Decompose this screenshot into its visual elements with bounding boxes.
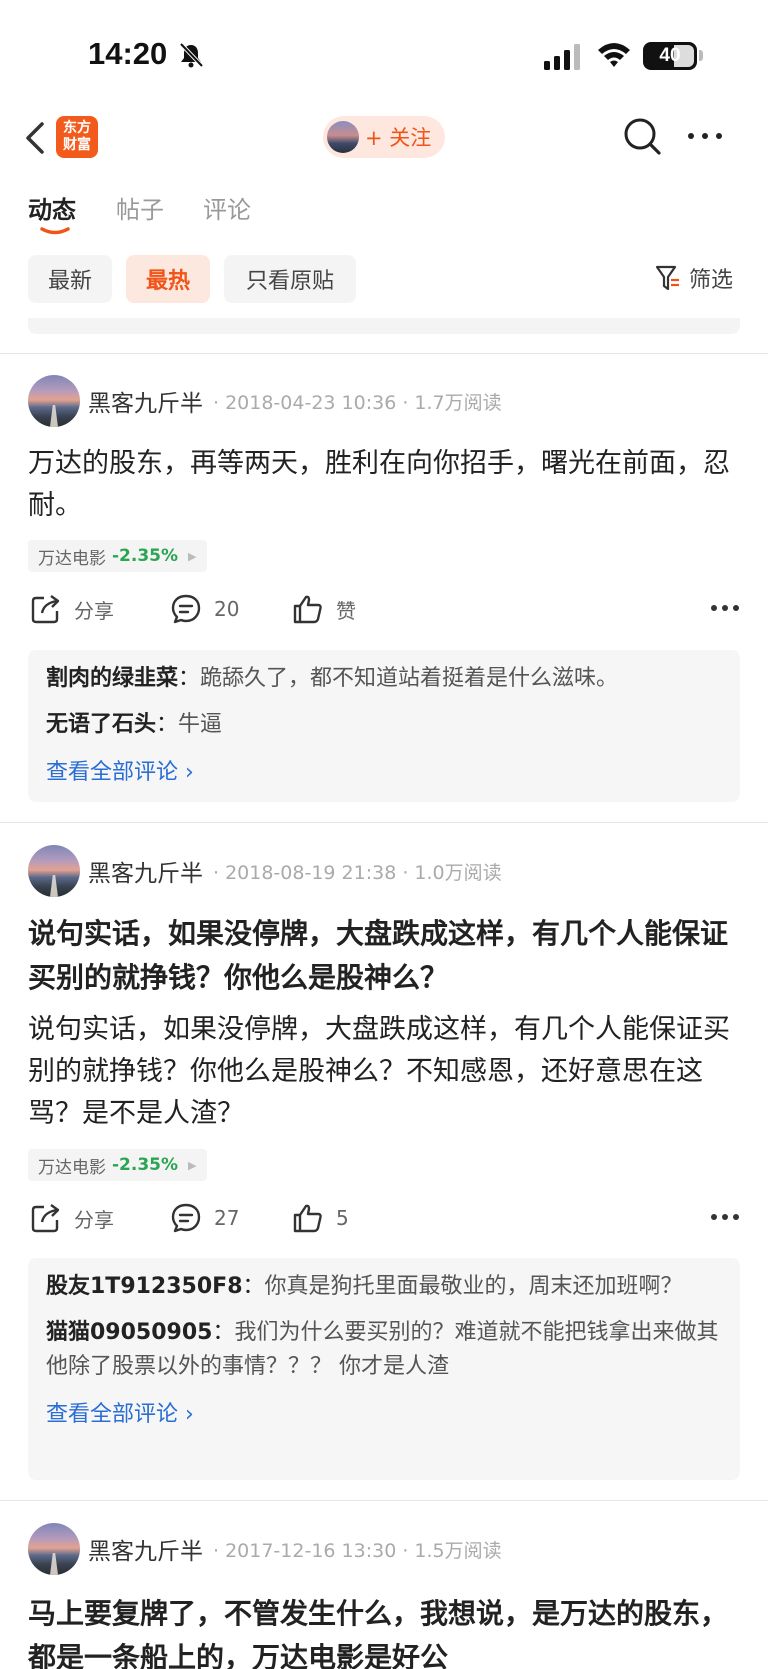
stock-name: 万达电影 [38,548,106,569]
post-actions: 分享 20 赞 [30,593,740,633]
divider [0,353,768,354]
post-title[interactable]: 说句实话，如果没停牌，大盘跌成这样，有几个人能保证买别的就挣钱？你他么是股神么？ [28,912,740,1000]
battery-level: 40 [659,45,681,66]
filter-label: 筛选 [689,268,734,293]
comment-text: 牛逼 [178,712,223,737]
author-name[interactable]: 黑客九斤半 [88,384,203,418]
more-options-icon[interactable] [685,124,725,148]
back-arrow-icon[interactable] [22,118,48,158]
comment-user[interactable]: 股友1T912350F8 [46,1274,243,1299]
comment-icon [171,1203,201,1233]
post-header[interactable]: 黑客九斤半 · 2017-12-16 13:30 · 1.5万阅读 [28,1523,502,1575]
comment-item: 股友1T912350F8：你真是狗托里面最敬业的，周末还加班啊？ [46,1274,683,1299]
comment-icon [171,594,201,624]
comment-item: 割肉的绿韭菜：跪舔久了，都不知道站着挺着是什么滋味。 [46,666,619,691]
post-meta: · 2018-04-23 10:36 · 1.7万阅读 [213,391,502,414]
active-tab-indicator [40,227,70,235]
tab-posts[interactable]: 帖子 [116,190,164,225]
post-actions: 分享 27 5 [30,1202,740,1242]
author-avatar[interactable] [28,375,80,427]
filter-button[interactable]: 筛选 [655,262,733,294]
status-bar: 14:20 40 [0,0,768,110]
tab-dynamic[interactable]: 动态 [28,190,76,225]
author-avatar[interactable] [28,845,80,897]
view-all-comments-link[interactable]: 查看全部评论 › [46,754,722,786]
comment-button[interactable]: 27 [170,1202,239,1234]
brand-line1: 东方 [63,120,91,136]
filter-icon [655,265,679,291]
filter-original-only[interactable]: 只看原贴 [224,255,356,303]
like-count: 5 [336,1206,349,1230]
status-time: 14:20 [88,36,168,71]
post-more-icon[interactable] [710,603,740,613]
comment-count: 27 [214,1206,240,1230]
comment-user[interactable]: 无语了石头 [46,712,156,737]
comment-preview[interactable]: 股友1T912350F8：你真是狗托里面最敬业的，周末还加班啊？ 猫猫09050… [28,1258,740,1480]
like-label: 赞 [336,598,356,623]
cellular-signal-icon [544,44,580,70]
battery-tip [699,50,703,61]
stock-name: 万达电影 [38,1157,106,1178]
share-label: 分享 [74,1207,114,1232]
share-icon [31,1204,60,1233]
post-title[interactable]: 马上要复牌了，不管发生什么，我想说，是万达的股东，都是一条船上的，万达电影是好公 [28,1592,740,1669]
divider [0,1500,768,1501]
thumbs-up-icon [293,1204,322,1233]
bell-off-icon [179,42,204,68]
comment-button[interactable]: 20 [170,593,239,625]
comment-text: 跪舔久了，都不知道站着挺着是什么滋味。 [200,666,619,691]
like-button[interactable]: 赞 [292,593,356,625]
filter-latest[interactable]: 最新 [28,255,112,303]
like-button[interactable]: 5 [292,1202,349,1234]
share-label: 分享 [74,598,114,623]
post-meta: · 2017-12-16 13:30 · 1.5万阅读 [213,1539,502,1562]
comment-item: 猫猫09050905：我们为什么要买别的？难道就不能把钱拿出来做其他除了股票以外… [46,1320,719,1379]
post-header[interactable]: 黑客九斤半 · 2018-04-23 10:36 · 1.7万阅读 [28,375,502,427]
post-body[interactable]: 万达的股东，再等两天，胜利在向你招手，曙光在前面，忍耐。 [28,443,740,527]
tab-comments[interactable]: 评论 [203,190,251,225]
comment-preview[interactable]: 割肉的绿韭菜：跪舔久了，都不知道站着挺着是什么滋味。 无语了石头：牛逼 查看全部… [28,650,740,802]
comment-user[interactable]: 猫猫09050905 [46,1320,212,1345]
follow-label: + 关注 [365,126,432,150]
brand-line2: 财富 [63,137,91,153]
share-button[interactable]: 分享 [30,1202,114,1234]
comment-item: 无语了石头：牛逼 [46,712,223,737]
search-icon[interactable] [622,116,662,156]
author-avatar[interactable] [28,1523,80,1575]
post-meta: · 2018-08-19 21:38 · 1.0万阅读 [213,861,502,884]
stock-change: -2.35% [112,1155,179,1175]
thumbs-up-icon [293,595,322,624]
follow-button[interactable]: + 关注 [323,116,445,158]
play-arrow-icon: ▶ [188,1158,197,1172]
comment-text: 你真是狗托里面最敬业的，周末还加班啊？ [264,1274,683,1299]
collapsed-card-edge [28,318,740,334]
wifi-icon [598,43,630,67]
share-icon [31,595,60,624]
divider [0,822,768,823]
filter-hot[interactable]: 最热 [126,255,210,303]
stock-tag[interactable]: 万达电影 -2.35% ▶ [28,1149,207,1181]
share-button[interactable]: 分享 [30,593,114,625]
post-header[interactable]: 黑客九斤半 · 2018-08-19 21:38 · 1.0万阅读 [28,845,502,897]
stock-change: -2.35% [112,546,179,566]
post-body[interactable]: 说句实话，如果没停牌，大盘跌成这样，有几个人能保证买别的就挣钱？你他么是股神么？… [28,1009,740,1135]
user-avatar [327,121,359,153]
battery-icon: 40 [643,42,697,70]
author-name[interactable]: 黑客九斤半 [88,1532,203,1566]
play-arrow-icon: ▶ [188,549,197,563]
brand-logo: 东方 财富 [56,116,98,158]
view-all-comments-link[interactable]: 查看全部评论 › [46,1396,722,1428]
author-name[interactable]: 黑客九斤半 [88,854,203,888]
comment-count: 20 [214,597,240,621]
stock-tag[interactable]: 万达电影 -2.35% ▶ [28,540,207,572]
post-more-icon[interactable] [710,1212,740,1222]
comment-user[interactable]: 割肉的绿韭菜 [46,666,178,691]
